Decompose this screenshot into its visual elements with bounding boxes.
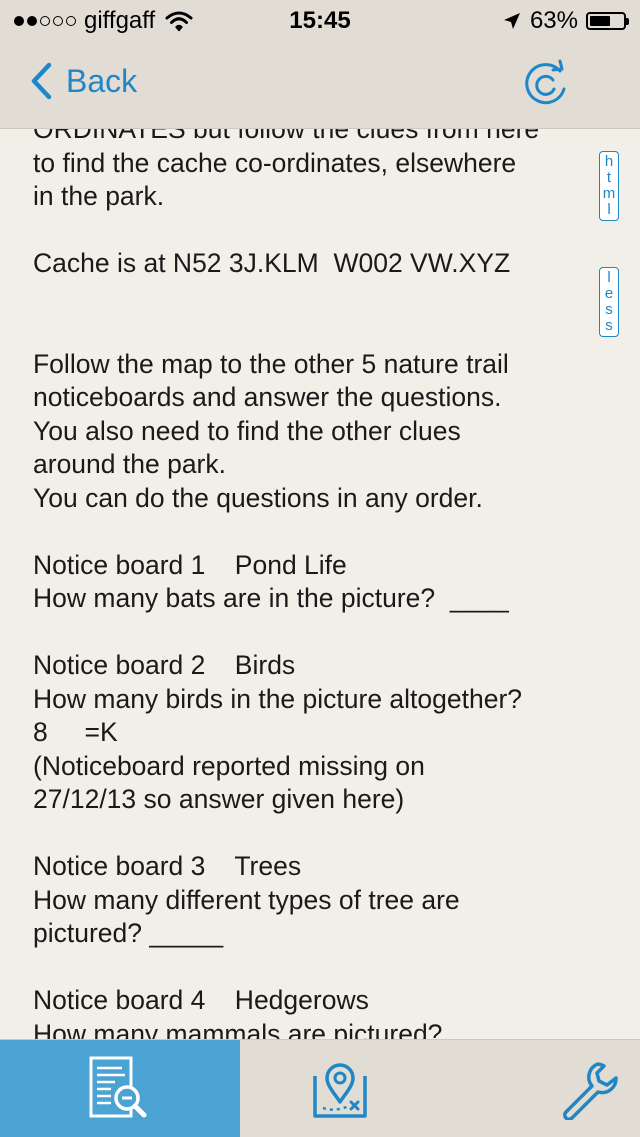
less-tab-letter: e xyxy=(604,285,614,302)
chevron-left-icon xyxy=(31,62,52,100)
back-button-label: Back xyxy=(66,62,138,99)
tab-description[interactable] xyxy=(0,1040,240,1137)
navigation-bar: Back xyxy=(0,40,640,129)
status-right: 63% xyxy=(502,7,629,35)
html-toggle-tab[interactable]: h t m l xyxy=(599,151,619,221)
tab-settings[interactable] xyxy=(440,1040,640,1137)
html-tab-letter: t xyxy=(606,169,612,186)
wrench-icon xyxy=(563,1061,618,1120)
description-content[interactable]: ORDINATES but follow the clues from here… xyxy=(0,129,640,1039)
back-button[interactable]: Back xyxy=(30,62,137,100)
battery-percent: 63% xyxy=(529,7,578,34)
tab-bar xyxy=(0,1039,640,1137)
less-tab-letter: l xyxy=(607,269,611,286)
less-tab-letter: s xyxy=(605,301,613,318)
status-bar: giffgaff 15:45 63% xyxy=(0,0,640,40)
cache-description-text: ORDINATES but follow the clues from here… xyxy=(33,129,540,1039)
refresh-icon[interactable] xyxy=(520,58,572,110)
html-tab-letter: l xyxy=(607,201,611,218)
less-tab-letter: s xyxy=(605,317,613,334)
map-pin-icon xyxy=(313,1062,367,1118)
less-toggle-tab[interactable]: l e s s xyxy=(599,267,619,337)
tab-map[interactable] xyxy=(240,1040,440,1137)
battery-icon xyxy=(586,12,629,30)
document-search-icon xyxy=(89,1056,147,1117)
html-tab-letter: m xyxy=(602,185,616,202)
location-arrow-icon xyxy=(503,13,520,29)
html-tab-letter: h xyxy=(604,153,614,170)
